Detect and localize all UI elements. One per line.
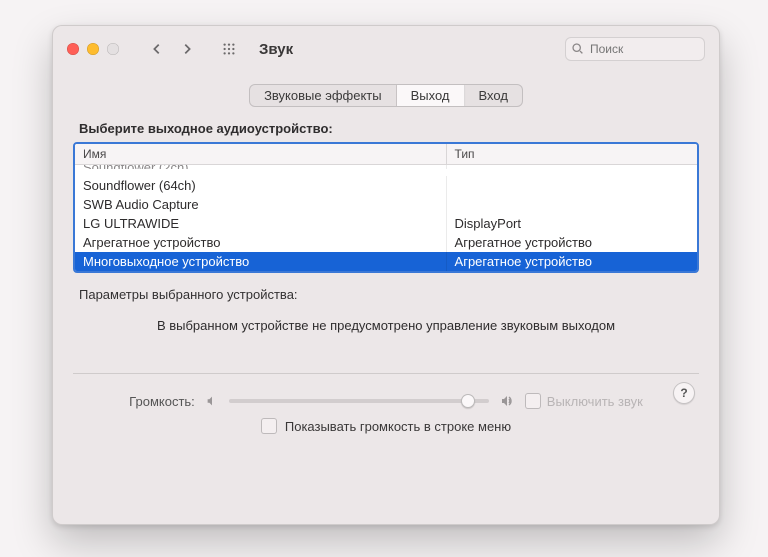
column-header-name[interactable]: Имя <box>75 144 447 164</box>
back-button[interactable] <box>143 37 171 61</box>
search-field-wrap <box>565 37 705 61</box>
show-in-menubar-label: Показывать громкость в строке меню <box>285 419 511 434</box>
selected-device-params-heading: Параметры выбранного устройства: <box>79 287 699 302</box>
table-row[interactable]: Многовыходное устройствоАгрегатное устро… <box>75 252 697 271</box>
table-row[interactable]: Soundflower (64ch) <box>75 176 697 195</box>
cell-name: SWB Audio Capture <box>75 195 447 214</box>
cell-type: Агрегатное устройство <box>447 233 697 252</box>
tabs-segmented-control: Звуковые эффектыВыходВход <box>249 84 523 107</box>
table-row[interactable]: Агрегатное устройствоАгрегатное устройст… <box>75 233 697 252</box>
nav-buttons <box>143 37 201 61</box>
forward-button[interactable] <box>173 37 201 61</box>
cell-type <box>447 195 697 214</box>
table-row[interactable]: SWB Audio Capture <box>75 195 697 214</box>
window-controls <box>67 43 119 55</box>
output-device-heading: Выберите выходное аудиоустройство: <box>79 121 699 136</box>
cell-type: DisplayPort <box>447 214 697 233</box>
divider <box>73 373 699 374</box>
mute-checkbox-wrap[interactable]: Выключить звук <box>525 393 643 409</box>
tab-1[interactable]: Выход <box>397 85 465 106</box>
output-device-table[interactable]: Имя Тип Soundflower (2ch) Soundflower (64… <box>73 142 699 273</box>
table-body: Soundflower (2ch) Soundflower (64ch)SWB A… <box>75 165 697 271</box>
show-all-prefs-button[interactable] <box>215 37 243 61</box>
sound-preferences-window: Звук Звуковые эффектыВыходВход Выберите … <box>52 25 720 525</box>
titlebar: Звук <box>53 26 719 72</box>
search-input[interactable] <box>565 37 705 61</box>
close-window-button[interactable] <box>67 43 79 55</box>
help-button[interactable]: ? <box>673 382 695 404</box>
cell-type <box>447 176 697 195</box>
minimize-window-button[interactable] <box>87 43 99 55</box>
no-output-controls-text: В выбранном устройстве не предусмотрено … <box>73 318 699 333</box>
window-title: Звук <box>259 41 293 58</box>
volume-low-icon <box>205 394 219 408</box>
cell-type: Агрегатное устройство <box>447 252 697 271</box>
tab-2[interactable]: Вход <box>465 85 522 106</box>
table-header: Имя Тип <box>75 144 697 165</box>
cell-name: Многовыходное устройство <box>75 252 447 271</box>
cell-name: Soundflower (64ch) <box>75 176 447 195</box>
column-header-type[interactable]: Тип <box>447 144 697 164</box>
content-area: Звуковые эффектыВыходВход Выберите выход… <box>53 72 719 444</box>
show-in-menubar-checkbox[interactable] <box>261 418 277 434</box>
volume-slider[interactable] <box>229 392 489 410</box>
volume-label: Громкость: <box>129 394 195 409</box>
table-row[interactable]: LG ULTRAWIDEDisplayPort <box>75 214 697 233</box>
cell-name: LG ULTRAWIDE <box>75 214 447 233</box>
zoom-window-button[interactable] <box>107 43 119 55</box>
search-icon <box>571 42 584 58</box>
cell-name: Агрегатное устройство <box>75 233 447 252</box>
show-in-menubar-row: Показывать громкость в строке меню <box>73 418 699 434</box>
cell-name: Soundflower (2ch) <box>75 165 447 169</box>
cell-type <box>447 165 697 169</box>
tab-0[interactable]: Звуковые эффекты <box>250 85 397 106</box>
mute-checkbox[interactable] <box>525 393 541 409</box>
volume-high-icon <box>499 393 515 409</box>
table-row[interactable]: Soundflower (2ch) <box>75 165 697 176</box>
volume-row: Громкость: Выключить звук <box>73 392 699 410</box>
mute-label: Выключить звук <box>547 394 643 409</box>
